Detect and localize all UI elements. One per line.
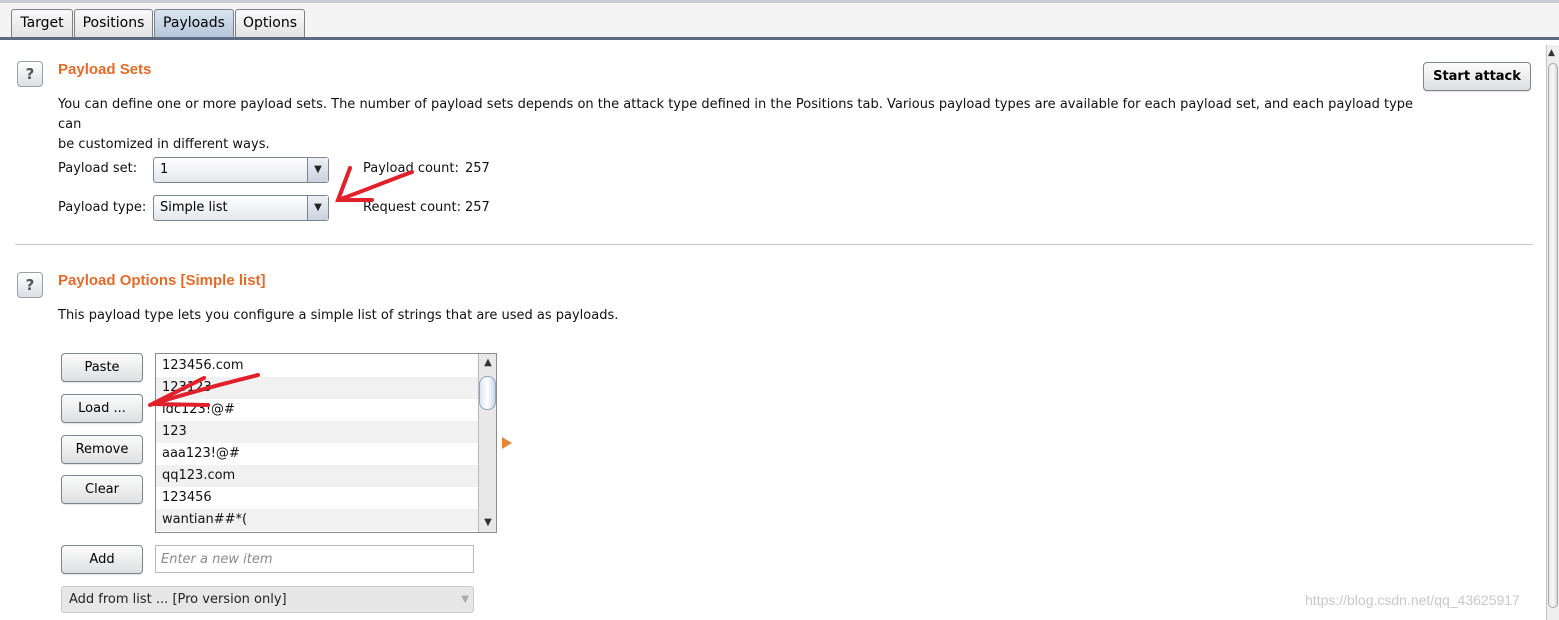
list-item[interactable]: ldc123!@# (156, 399, 478, 421)
list-scrollbar[interactable]: ▲ ▼ (478, 354, 496, 532)
scroll-down-icon[interactable]: ▼ (481, 516, 495, 530)
list-item[interactable]: 123123 (156, 377, 478, 399)
add-button[interactable]: Add (61, 545, 143, 574)
payload-type-value: Simple list (160, 200, 228, 215)
add-from-list-label: Add from list ... [Pro version only] (69, 592, 287, 607)
remove-button[interactable]: Remove (61, 435, 143, 464)
payload-sets-help-icon[interactable]: ? (17, 61, 43, 87)
page-scroll-thumb[interactable] (1548, 63, 1558, 608)
list-item[interactable]: aaa123!@# (156, 443, 478, 465)
clear-button[interactable]: Clear (61, 475, 143, 504)
chevron-down-icon: ▼ (461, 594, 469, 605)
expand-arrow-icon[interactable] (502, 437, 512, 449)
load-button[interactable]: Load ... (61, 394, 143, 423)
payload-count-value: 257 (465, 161, 490, 176)
list-scroll-thumb[interactable] (479, 376, 496, 410)
page-scrollbar[interactable]: ▲ (1546, 45, 1559, 620)
payload-list[interactable]: 123456.com 123123 ldc123!@# 123 aaa123!@… (155, 353, 497, 533)
scroll-up-icon[interactable]: ▲ (481, 356, 495, 370)
list-item[interactable]: 123456.com (156, 355, 478, 377)
paste-button[interactable]: Paste (61, 353, 143, 382)
chevron-down-icon: ▼ (307, 158, 328, 182)
add-from-list-select: Add from list ... [Pro version only] ▼ (61, 586, 474, 613)
tab-options[interactable]: Options (235, 9, 305, 37)
payload-options-title: Payload Options [Simple list] (58, 272, 266, 289)
list-item[interactable]: 123 (156, 421, 478, 443)
tab-bar: Target Positions Payloads Options (0, 0, 1559, 40)
payload-options-help-icon[interactable]: ? (17, 272, 43, 298)
list-item[interactable]: wantian##*( (156, 509, 478, 531)
annotation-arrow-shaft (336, 170, 414, 202)
payload-set-select[interactable]: 1 ▼ (153, 157, 329, 183)
scroll-up-icon[interactable]: ▲ (1548, 48, 1555, 58)
request-count-value: 257 (465, 200, 490, 215)
tab-underline (0, 37, 1559, 40)
tab-payloads[interactable]: Payloads (154, 9, 234, 37)
description-line-1: You can define one or more payload sets.… (58, 97, 1414, 132)
watermark: https://blog.csdn.net/qq_43625917 (1305, 592, 1520, 608)
payload-options-description: This payload type lets you configure a s… (58, 308, 619, 323)
payload-set-label: Payload set: (58, 161, 138, 176)
section-divider (15, 244, 1533, 245)
tab-positions[interactable]: Positions (74, 9, 153, 37)
request-count-label: Request count: (363, 200, 461, 215)
list-item[interactable]: 123456 (156, 487, 478, 509)
tab-target[interactable]: Target (11, 9, 73, 37)
start-attack-button[interactable]: Start attack (1423, 62, 1531, 91)
description-line-2: be customized in different ways. (58, 137, 270, 152)
new-item-input[interactable] (155, 545, 474, 573)
payload-type-label: Payload type: (58, 200, 147, 215)
payload-type-select[interactable]: Simple list ▼ (153, 195, 329, 221)
list-item[interactable]: qq123.com (156, 465, 478, 487)
payload-count-label: Payload count: (363, 161, 459, 176)
payload-sets-description: You can define one or more payload sets.… (58, 95, 1418, 155)
payload-sets-title: Payload Sets (58, 61, 152, 78)
chevron-down-icon: ▼ (307, 196, 328, 220)
payload-set-value: 1 (160, 162, 169, 177)
